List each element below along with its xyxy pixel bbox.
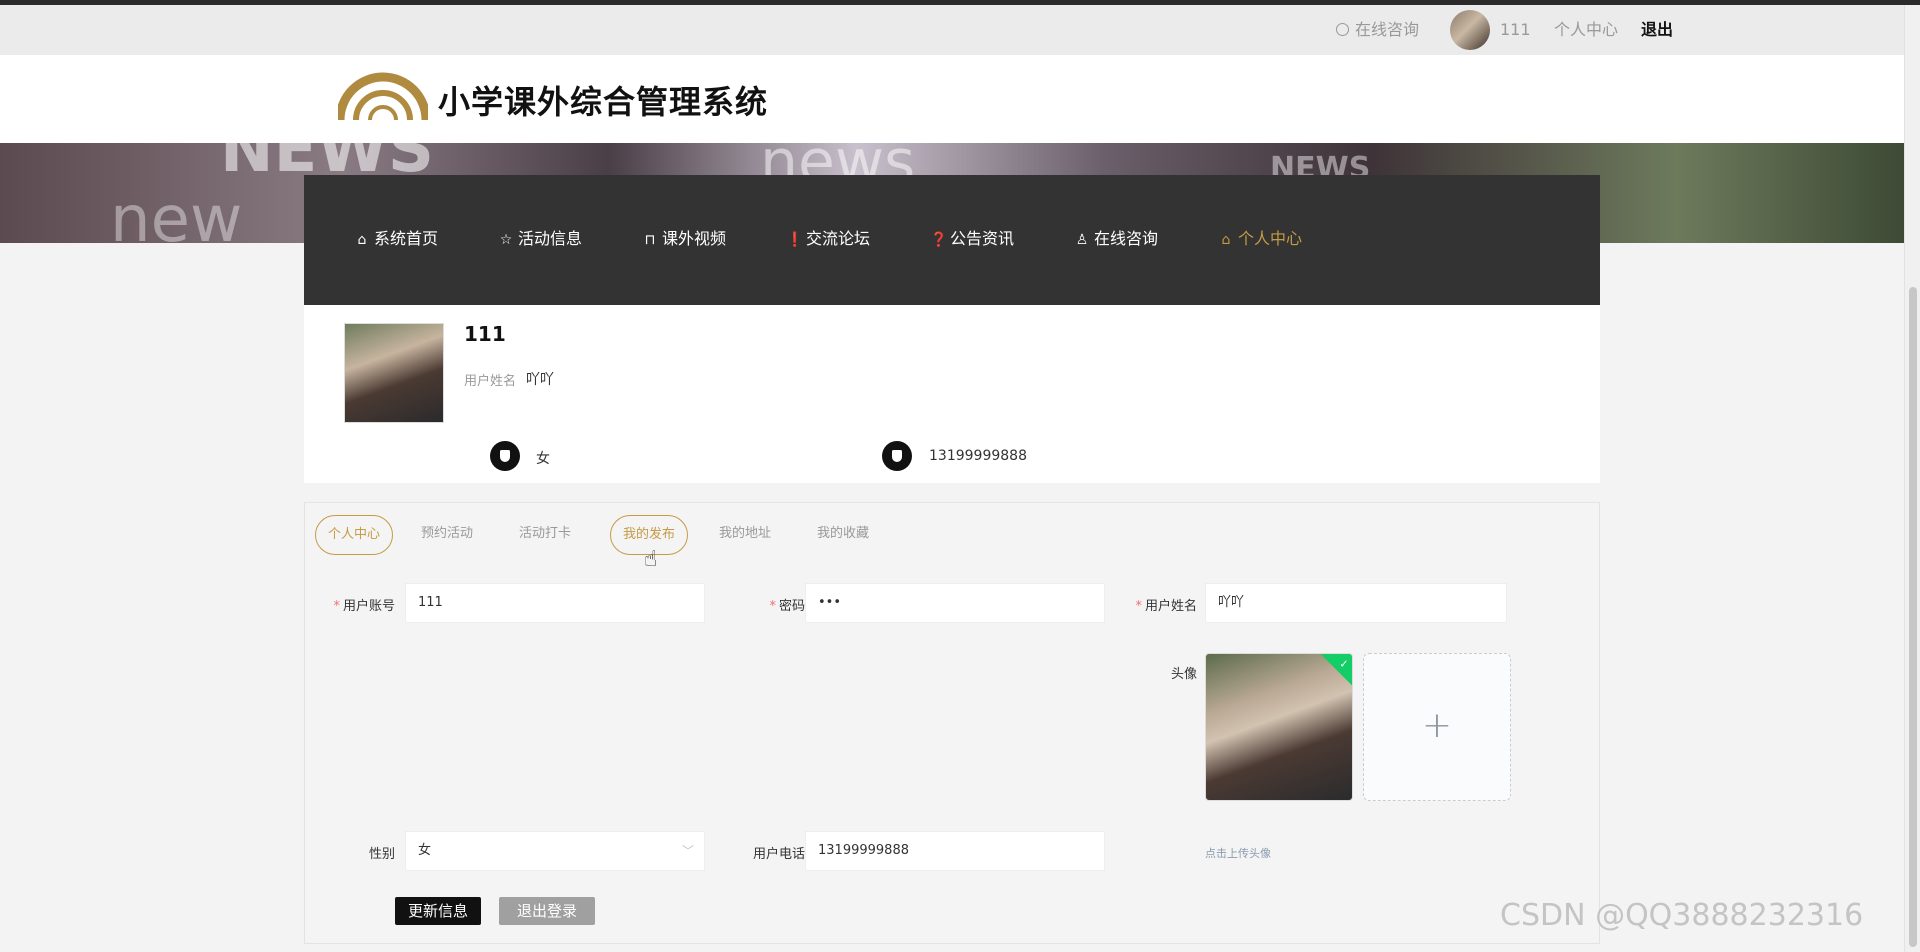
profile-gender: 女: [536, 451, 550, 467]
profile-phone: 13199999888: [929, 448, 1027, 464]
home-icon: ⌂: [357, 232, 367, 248]
nav-item-forum[interactable]: ❗ 交流论坛: [786, 227, 870, 251]
nav-item-label: 课外视频: [662, 229, 727, 248]
topbar-username[interactable]: 111: [1500, 5, 1531, 55]
realname-input[interactable]: 吖吖: [1205, 583, 1507, 623]
logout-button[interactable]: 退出登录: [499, 897, 595, 925]
nav-item-personal-center[interactable]: ⌂ 个人中心: [1218, 227, 1302, 251]
avatar-label: 头像: [1170, 667, 1197, 682]
topbar-consult-link[interactable]: 在线咨询: [1336, 5, 1419, 55]
topbar-consult-label: 在线咨询: [1355, 20, 1420, 39]
shield-icon: [490, 441, 520, 471]
tab-personal-center[interactable]: 个人中心: [315, 515, 393, 555]
realname-label-text: 用户姓名: [1144, 599, 1197, 614]
profile-summary-card: 111 用户姓名 吖吖 女 13199999888: [304, 305, 1600, 483]
tab-booked-activities[interactable]: 预约活动: [417, 515, 477, 555]
required-mark: *: [769, 599, 776, 614]
nav-item-label: 公告资讯: [950, 229, 1015, 248]
user-avatar[interactable]: [1450, 10, 1490, 50]
star-icon: ☆: [499, 232, 513, 248]
site-logo-icon: [338, 72, 428, 121]
profile-avatar: [344, 323, 444, 423]
gender-select[interactable]: 女 ﹀: [405, 831, 705, 871]
page-scrollbar[interactable]: [1904, 5, 1920, 952]
consult-icon: [1336, 23, 1349, 36]
exclamation-icon: ❗: [786, 232, 804, 248]
required-mark: *: [1135, 599, 1142, 614]
site-header: 小学课外综合管理系统: [0, 55, 1904, 143]
top-utility-bar: 在线咨询 111 个人中心 退出: [0, 5, 1904, 55]
nav-item-consult[interactable]: ♙ 在线咨询: [1074, 227, 1158, 251]
tab-my-address[interactable]: 我的地址: [715, 515, 775, 555]
avatar-upload-preview[interactable]: ✓: [1205, 653, 1353, 801]
tab-my-favorites[interactable]: 我的收藏: [813, 515, 873, 555]
account-label: * 用户账号: [325, 595, 395, 614]
realname-label: * 用户姓名: [1117, 595, 1197, 614]
nav-item-label: 活动信息: [518, 229, 583, 248]
profile-edit-panel: 个人中心 预约活动 活动打卡 我的发布 我的地址 我的收藏 ☝ * 用户账号 11…: [304, 502, 1600, 944]
account-label-text: 用户账号: [342, 599, 395, 614]
plus-icon: +: [1421, 705, 1453, 746]
account-input[interactable]: 111: [405, 583, 705, 623]
phone-label: 用户电话: [752, 847, 805, 862]
hand-cursor-icon: ☝: [644, 547, 658, 572]
chevron-down-icon: ﹀: [681, 844, 694, 858]
site-title: 小学课外综合管理系统: [438, 83, 769, 121]
topbar-logout-link[interactable]: 退出: [1641, 5, 1673, 55]
password-label: * 密码: [745, 595, 805, 614]
nav-item-activities[interactable]: ☆ 活动信息: [498, 227, 582, 251]
nav-item-home[interactable]: ⌂ 系统首页: [354, 227, 438, 251]
gender-select-value: 女: [418, 843, 432, 858]
bag-icon: ⊓: [644, 232, 656, 248]
topbar-personal-center-link[interactable]: 个人中心: [1554, 5, 1618, 55]
question-icon: ❓: [930, 232, 948, 248]
nav-item-label: 系统首页: [374, 229, 439, 248]
home-icon: ⌂: [1221, 232, 1231, 248]
password-input[interactable]: •••: [805, 583, 1105, 623]
nav-item-label: 个人中心: [1238, 229, 1303, 248]
profile-realname-label: 用户姓名: [464, 374, 517, 389]
gender-label: 性别: [368, 847, 395, 862]
scrollbar-thumb[interactable]: [1909, 287, 1917, 947]
phone-input[interactable]: 13199999888: [805, 831, 1105, 871]
csdn-watermark: CSDN @QQ3888232316: [1500, 898, 1864, 933]
profile-name: 111: [464, 322, 506, 346]
tab-activity-checkin[interactable]: 活动打卡: [515, 515, 575, 555]
user-icon: ♙: [1075, 232, 1089, 248]
profile-realname: 吖吖: [526, 372, 554, 388]
required-mark: *: [333, 599, 340, 614]
shield-icon: [882, 441, 912, 471]
nav-item-label: 交流论坛: [806, 229, 871, 248]
main-navigation: ⌂ 系统首页 ☆ 活动信息 ⊓ 课外视频 ❗ 交流论坛 ❓ 公告资讯 ♙ 在线咨询 ⌂ 个人中…: [304, 175, 1600, 305]
update-info-button[interactable]: 更新信息: [395, 897, 481, 925]
nav-item-announcements[interactable]: ❓ 公告资讯: [930, 227, 1014, 251]
check-icon: ✓: [1321, 654, 1352, 686]
password-label-text: 密码: [778, 599, 805, 614]
banner-word: new: [110, 183, 243, 243]
nav-item-label: 在线咨询: [1094, 229, 1159, 248]
nav-item-videos[interactable]: ⊓ 课外视频: [642, 227, 726, 251]
avatar-upload-plus-button[interactable]: +: [1363, 653, 1511, 801]
upload-hint[interactable]: 点击上传头像: [1205, 845, 1271, 861]
